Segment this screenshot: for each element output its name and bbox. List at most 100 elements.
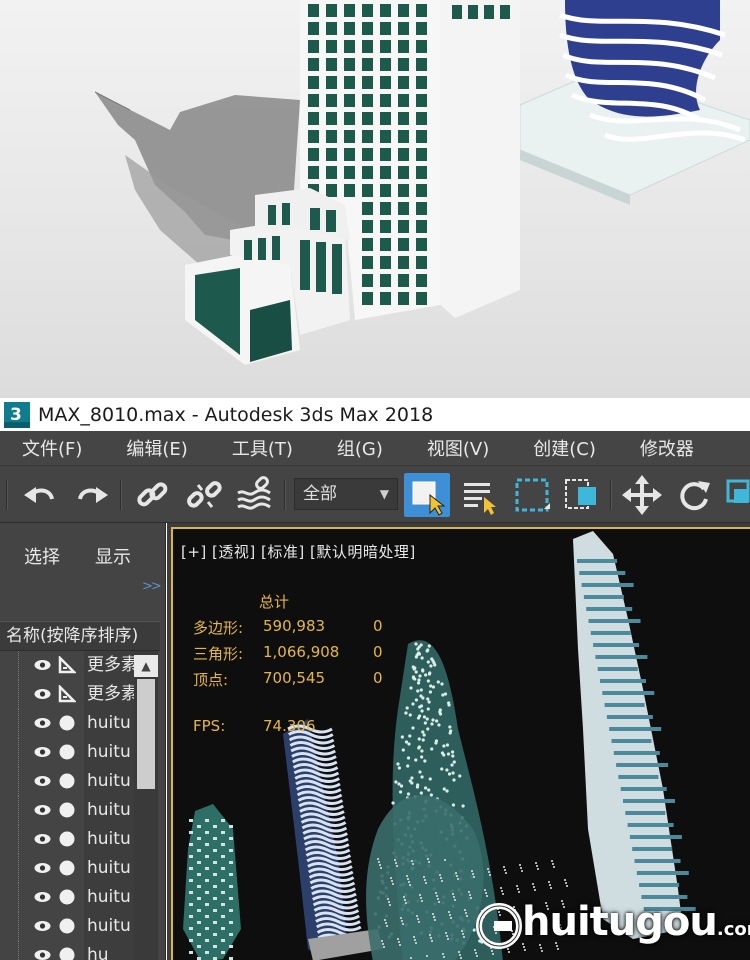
object-sphere-icon[interactable] bbox=[58, 830, 76, 848]
list-item-label: huitu bbox=[84, 912, 134, 941]
chevron-down-icon: ▼ bbox=[379, 487, 389, 501]
window-crossing-icon[interactable] bbox=[562, 475, 602, 515]
undo-icon[interactable] bbox=[20, 475, 60, 515]
eye-visibility-icon[interactable] bbox=[34, 920, 51, 932]
list-item[interactable]: huitu bbox=[0, 738, 134, 767]
object-sphere-icon[interactable] bbox=[58, 888, 76, 906]
eye-visibility-icon[interactable] bbox=[34, 688, 51, 700]
menu-edit[interactable]: 编辑(E) bbox=[104, 435, 209, 461]
eye-visibility-icon[interactable] bbox=[34, 833, 51, 845]
menu-tools[interactable]: 工具(T) bbox=[210, 435, 315, 461]
menu-create[interactable]: 创建(C) bbox=[511, 435, 618, 461]
list-item[interactable]: huitu bbox=[0, 912, 134, 941]
tree-line bbox=[18, 767, 19, 796]
triangles-value: 1,066,908 bbox=[263, 643, 340, 661]
explorer-scrollbar[interactable]: ▲ bbox=[134, 651, 158, 960]
viewport-label[interactable]: [+] [透视] [标准] [默认明暗处理] bbox=[181, 541, 416, 562]
menu-file[interactable]: 文件(F) bbox=[0, 435, 104, 461]
tab-display[interactable]: 显示 bbox=[95, 543, 131, 569]
stats-total-header: 总计 bbox=[259, 593, 290, 611]
list-item[interactable]: 更多素 bbox=[0, 651, 134, 680]
scene-explorer-panel: 选择 显示 >> 名称(按降序排序) 更多素 更多素 huitu huitu huitu… bbox=[0, 523, 166, 960]
list-item[interactable]: 更多素 bbox=[0, 680, 134, 709]
select-by-name-icon[interactable] bbox=[460, 475, 500, 515]
triangles-label: 三角形: bbox=[193, 645, 244, 663]
list-item-label: hu bbox=[84, 941, 134, 960]
tree-line bbox=[18, 854, 19, 883]
list-item[interactable]: huitu bbox=[0, 796, 134, 825]
eye-visibility-icon[interactable] bbox=[34, 659, 51, 671]
eye-visibility-icon[interactable] bbox=[34, 862, 51, 874]
eye-visibility-icon[interactable] bbox=[34, 717, 51, 729]
object-sphere-icon[interactable] bbox=[58, 772, 76, 790]
selection-filter-dropdown[interactable]: 全部 ▼ bbox=[294, 478, 398, 510]
menu-group[interactable]: 组(G) bbox=[315, 435, 405, 461]
scroll-thumb[interactable] bbox=[137, 679, 155, 789]
object-sphere-icon[interactable] bbox=[58, 714, 76, 732]
eye-visibility-icon[interactable] bbox=[34, 775, 51, 787]
unlink-icon[interactable] bbox=[184, 475, 224, 515]
redo-icon[interactable] bbox=[72, 475, 112, 515]
object-sphere-icon[interactable] bbox=[58, 859, 76, 877]
move-icon[interactable] bbox=[622, 475, 662, 515]
list-item-label: huitu bbox=[84, 738, 134, 767]
vertices-value: 700,545 bbox=[263, 669, 326, 687]
fps-value: 74.306 bbox=[263, 717, 316, 735]
object-sphere-icon[interactable] bbox=[58, 946, 76, 960]
watermark-text-main: huitugou bbox=[522, 899, 718, 945]
link-icon[interactable] bbox=[132, 475, 172, 515]
polygons-label: 多边形: bbox=[193, 619, 244, 637]
list-item[interactable]: huitu bbox=[0, 883, 134, 912]
list-item-label: huitu bbox=[84, 796, 134, 825]
triangles-selected-value: 0 bbox=[373, 643, 383, 661]
menu-views[interactable]: 视图(V) bbox=[405, 435, 511, 461]
list-item[interactable]: huitu bbox=[0, 825, 134, 854]
bind-spacewarp-icon[interactable] bbox=[234, 475, 274, 515]
list-item-label: huitu bbox=[84, 883, 134, 912]
polygons-selected-value: 0 bbox=[373, 617, 383, 635]
polygons-value: 590,983 bbox=[263, 617, 326, 635]
tree-line bbox=[18, 680, 19, 709]
rect-selection-icon[interactable] bbox=[512, 475, 552, 515]
eye-visibility-icon[interactable] bbox=[34, 949, 51, 960]
list-item-label: huitu bbox=[84, 854, 134, 883]
tree-line bbox=[18, 941, 19, 960]
eye-visibility-icon[interactable] bbox=[34, 746, 51, 758]
selection-filter-value: 全部 bbox=[303, 484, 337, 504]
tree-line bbox=[18, 883, 19, 912]
toolbar-separator bbox=[284, 480, 286, 510]
window-title-bar: 3 MAX_8010.max - Autodesk 3ds Max 2018 bbox=[0, 398, 750, 431]
tree-line bbox=[18, 709, 19, 738]
list-item[interactable]: huitu bbox=[0, 709, 134, 738]
scene-object-list: 更多素 更多素 huitu huitu huitu huitu huitu huitu huit… bbox=[0, 651, 134, 960]
scroll-up-arrow-icon[interactable]: ▲ bbox=[134, 655, 158, 677]
watermark-text-suffix: .com bbox=[716, 919, 750, 940]
select-object-icon[interactable] bbox=[404, 473, 450, 517]
vertices-selected-value: 0 bbox=[373, 669, 383, 687]
menu-modifiers[interactable]: 修改器 bbox=[618, 435, 716, 461]
object-sphere-icon[interactable] bbox=[58, 917, 76, 935]
watermark-text: huitugou.com bbox=[522, 899, 750, 945]
scale-icon[interactable] bbox=[724, 475, 750, 515]
tab-select[interactable]: 选择 bbox=[24, 543, 60, 569]
object-sphere-icon[interactable] bbox=[58, 743, 76, 761]
tree-line bbox=[18, 912, 19, 941]
rotate-icon[interactable] bbox=[674, 475, 714, 515]
list-item-label: huitu bbox=[84, 767, 134, 796]
eye-visibility-icon[interactable] bbox=[34, 804, 51, 816]
list-item[interactable]: huitu bbox=[0, 854, 134, 883]
main-toolbar: 全部 ▼ bbox=[0, 465, 750, 523]
layer-triangle-icon[interactable] bbox=[58, 656, 76, 674]
list-item-label: huitu bbox=[84, 709, 134, 738]
explorer-tabs: 选择 显示 bbox=[0, 543, 165, 571]
layer-triangle-icon[interactable] bbox=[58, 685, 76, 703]
double-chevron-right-icon[interactable]: >> bbox=[142, 579, 162, 594]
eye-visibility-icon[interactable] bbox=[34, 891, 51, 903]
object-sphere-icon[interactable] bbox=[58, 801, 76, 819]
name-column-header[interactable]: 名称(按降序排序) bbox=[0, 621, 160, 651]
watermark-logo: huitugou.com bbox=[470, 895, 750, 957]
list-item[interactable]: hu bbox=[0, 941, 134, 960]
list-item-label: 更多素 bbox=[84, 680, 134, 709]
vertices-label: 顶点: bbox=[193, 671, 229, 689]
list-item[interactable]: huitu bbox=[0, 767, 134, 796]
